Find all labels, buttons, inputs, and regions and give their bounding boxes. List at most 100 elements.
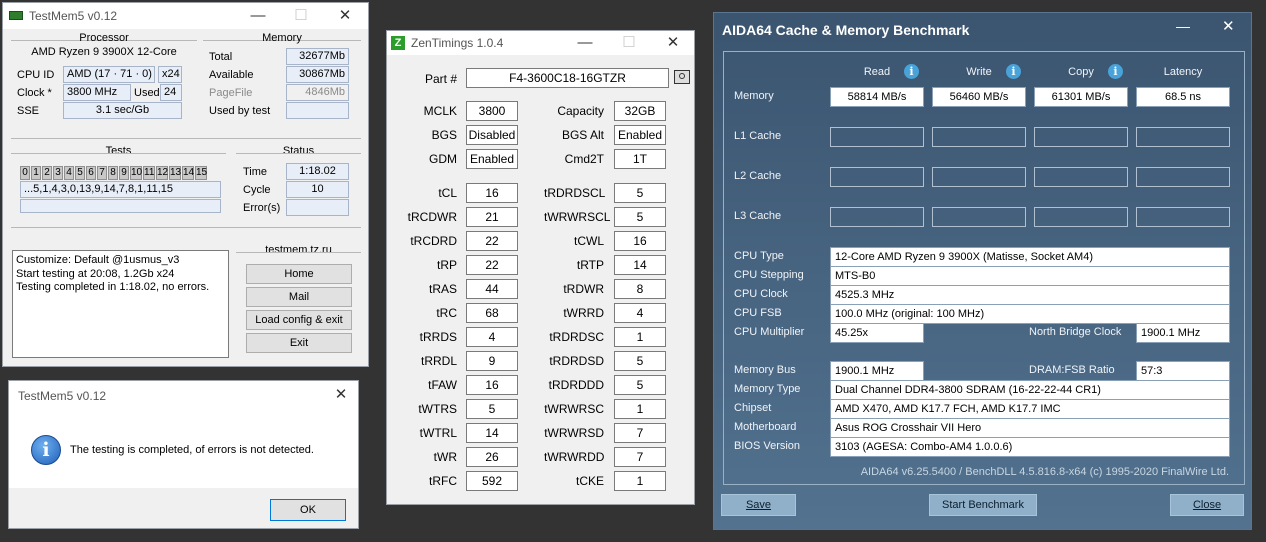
tests-title: Tests (105, 145, 132, 157)
tests-group (11, 153, 226, 154)
close-icon[interactable]: ✕ (653, 31, 693, 55)
dialog-titlebar[interactable]: TestMem5 v0.12 ✕ (9, 381, 358, 409)
timing-value: 16 (466, 375, 518, 395)
cpuid-label: CPU ID (17, 69, 55, 81)
status-group (236, 153, 361, 154)
test-number: 9 (119, 166, 129, 180)
minimize-icon[interactable]: — (238, 3, 278, 29)
timing-label: MCLK (423, 104, 457, 118)
pagefile-field: 4846Mb (286, 84, 349, 101)
mail-button[interactable]: Mail (246, 287, 352, 307)
save-button[interactable]: Save (721, 494, 796, 516)
timing-value: 1 (614, 327, 666, 347)
part-label: Part # (424, 72, 457, 86)
timing-value: 5 (614, 207, 666, 227)
timing-label: tWTRS (418, 402, 457, 416)
zentimings-window: Z ZenTimings 1.0.4 — ☐ ✕ Part # F4-3600C… (386, 30, 695, 505)
test-number: 4 (64, 166, 74, 180)
timing-label: tWRWRSC (544, 402, 604, 416)
test-number: 3 (53, 166, 63, 180)
benchmark-value (1034, 167, 1128, 187)
timing-label: tFAW (428, 378, 457, 392)
timing-label: tWRWRDD (544, 450, 605, 464)
timing-value: 68 (466, 303, 518, 323)
timing-label: tRFC (429, 474, 457, 488)
bios-value: 3103 (AGESA: Combo-AM4 1.0.0.6) (830, 437, 1230, 457)
testmem5-titlebar[interactable]: TestMem5 v0.12 — ☐ ✕ (3, 3, 368, 29)
benchmark-value (932, 207, 1026, 227)
pagefile-label: PageFile (209, 87, 253, 99)
memory-bus-label: Memory Bus (734, 364, 796, 376)
dram-ratio-value: 57:3 (1136, 361, 1230, 381)
zen-titlebar[interactable]: Z ZenTimings 1.0.4 — ☐ ✕ (387, 31, 694, 55)
timing-label: GDM (429, 152, 457, 166)
completion-dialog: TestMem5 v0.12 ✕ i The testing is comple… (8, 380, 359, 529)
test-number: 12 (156, 166, 169, 180)
memory-title: Memory (262, 32, 302, 44)
timing-label: BGS (431, 128, 457, 142)
timing-label: tWRWRSCL (544, 210, 611, 224)
log-line: Start testing at 20:08, 1.2Gb x24 (16, 267, 175, 280)
cpuid-field: AMD (17 · 71 · 0) (63, 66, 155, 83)
chipset-value: AMD X470, AMD K17.7 FCH, AMD K17.7 IMC (830, 399, 1230, 419)
benchmark-value (932, 167, 1026, 187)
close-icon[interactable]: ✕ (323, 382, 359, 408)
cycle-field: 10 (286, 181, 349, 198)
column-header: Latency (1163, 66, 1203, 78)
timing-label: tRDRDSC (549, 330, 604, 344)
memory-type-value: Dual Channel DDR4-3800 SDRAM (16-22-22-4… (830, 380, 1230, 400)
screenshot-icon[interactable] (674, 70, 690, 84)
close-button[interactable]: Close (1170, 494, 1244, 516)
timing-label: tRP (436, 258, 457, 272)
timing-value: Disabled (466, 125, 518, 145)
sse-label: SSE (17, 105, 40, 117)
timing-label: Capacity (557, 104, 604, 118)
ok-button[interactable]: OK (270, 499, 346, 521)
info-icon: i (31, 435, 61, 465)
threads-field: x24 (158, 66, 182, 83)
info-icon[interactable]: i (1006, 64, 1021, 79)
exit-button[interactable]: Exit (246, 333, 352, 353)
timing-value: 592 (466, 471, 518, 491)
log-textbox[interactable]: Customize: Default @1usmus_v3 Start test… (12, 250, 229, 358)
timing-value: 22 (466, 255, 518, 275)
timing-value: 14 (466, 423, 518, 443)
timing-value: 5 (614, 183, 666, 203)
total-label: Total (209, 51, 233, 63)
cycle-label: Cycle (243, 184, 271, 196)
timing-value: 32GB (614, 101, 666, 121)
aida-title: AIDA64 Cache & Memory Benchmark (722, 22, 970, 38)
links-group (236, 252, 361, 253)
info-icon[interactable]: i (904, 64, 919, 79)
info-icon[interactable]: i (1108, 64, 1123, 79)
minimize-icon[interactable]: — (565, 31, 605, 55)
cpu-multiplier-label: CPU Multiplier (734, 326, 805, 338)
load-config-button[interactable]: Load config & exit (246, 310, 352, 330)
processor-title: Processor (79, 32, 129, 44)
clock-field: 3800 MHz (63, 84, 131, 101)
log-line: Customize: Default @1usmus_v3 (16, 254, 180, 266)
timing-value: 4 (466, 327, 518, 347)
close-icon[interactable]: ✕ (325, 3, 365, 29)
timing-value: 9 (466, 351, 518, 371)
nb-clock-label: North Bridge Clock (1029, 326, 1122, 338)
divider (11, 138, 361, 139)
close-icon[interactable]: ✕ (1222, 17, 1235, 35)
test-number: 10 (130, 166, 143, 180)
home-button[interactable]: Home (246, 264, 352, 284)
dialog-title: TestMem5 v0.12 (18, 389, 107, 403)
minimize-icon[interactable]: — (1176, 18, 1190, 34)
cpu-clock-label: CPU Clock (734, 288, 788, 300)
errors-field (286, 199, 349, 216)
start-benchmark-button[interactable]: Start Benchmark (929, 494, 1037, 516)
timing-value: 26 (466, 447, 518, 467)
total-field: 32677Mb (286, 48, 349, 65)
used-field: 24 (160, 84, 182, 101)
test-number: 1 (31, 166, 41, 180)
cpu-clock-value: 4525.3 MHz (830, 285, 1230, 305)
dialog-message: The testing is completed, of errors is n… (70, 444, 314, 456)
ram-icon (9, 11, 23, 20)
timing-value: 7 (614, 447, 666, 467)
row-label: L2 Cache (734, 170, 782, 182)
cpu-stepping-label: CPU Stepping (734, 269, 804, 281)
